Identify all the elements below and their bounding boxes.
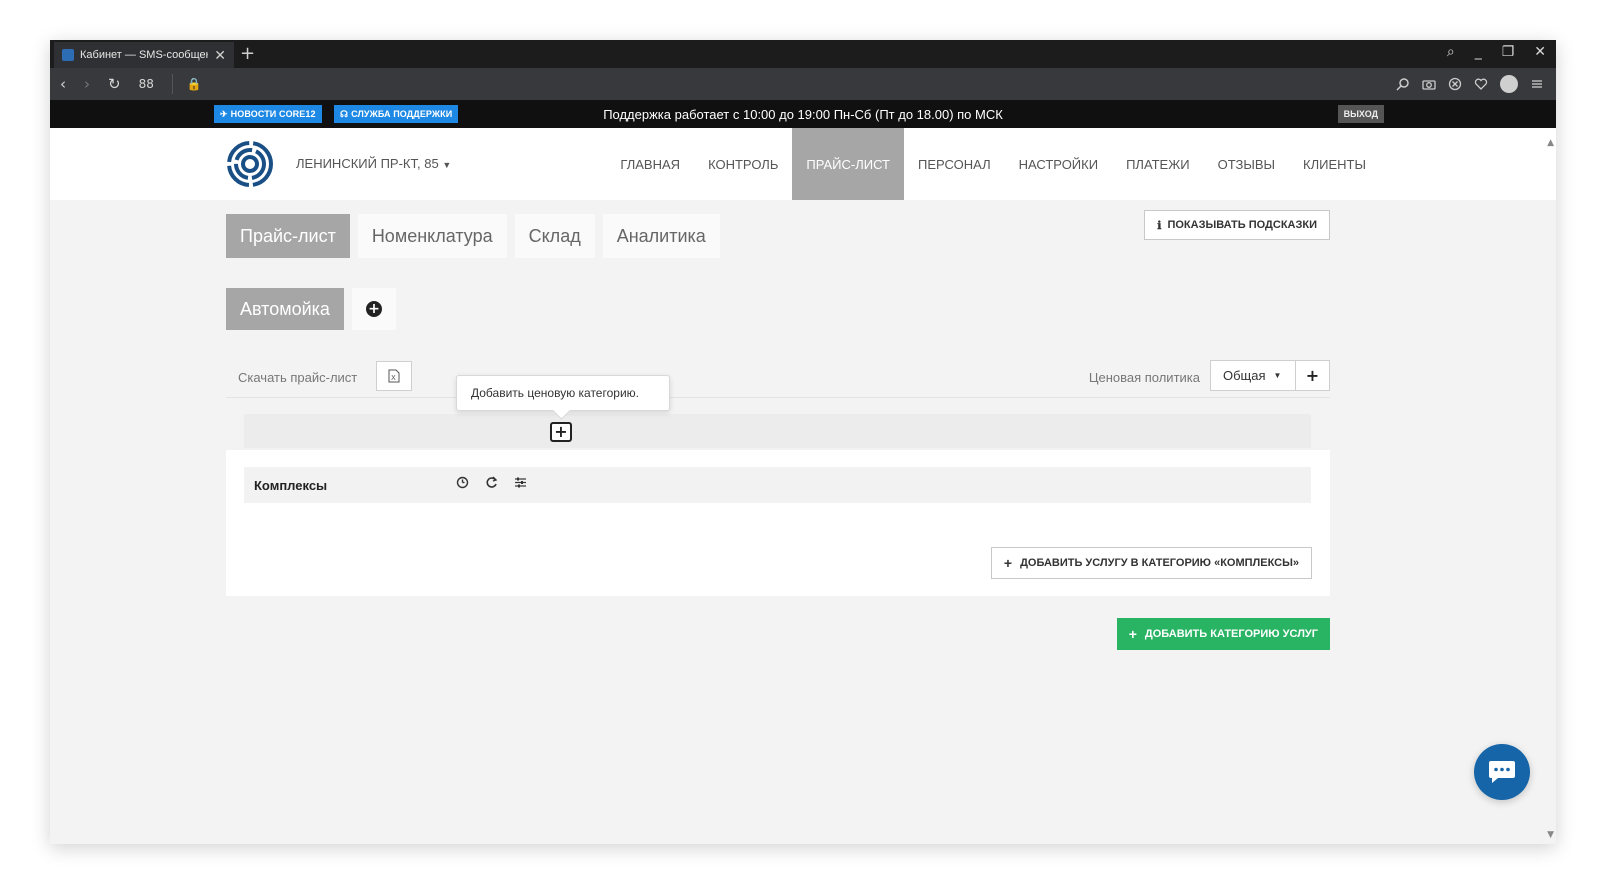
address-separator [171,74,173,94]
branch-name: ЛЕНИНСКИЙ ПР-КТ, 85 [296,156,439,171]
window-controls: ⌕ _ ❐ ✕ [1447,44,1546,60]
info-icon: ℹ [1157,219,1162,232]
clock-icon[interactable] [456,476,469,489]
camera-icon[interactable] [1422,77,1436,91]
plus-icon: + [1003,555,1013,571]
branch-selector[interactable]: ЛЕНИНСКИЙ ПР-КТ, 85 ▼ [296,156,451,171]
add-service-category-button[interactable]: + ДОБАВИТЬ КАТЕГОРИЮ УСЛУГ [1116,618,1330,650]
tab-analytics[interactable]: Аналитика [602,214,720,258]
category-panel: Комплексы + ДОБАВИТЬ УСЛУГУ В КАТЕГОРИЮ … [226,450,1330,596]
chat-button[interactable] [1474,744,1530,800]
speed-dial-icon[interactable]: 88 [139,77,154,91]
browser-window: Кабинет — SMS-сообщения ✕ + ⌕ _ ❐ ✕ ‹ › … [50,40,1556,844]
download-excel-button[interactable]: X [376,361,412,391]
favicon-icon [62,49,74,61]
plus-icon: + [1128,626,1137,642]
zoom-icon[interactable] [1396,77,1410,91]
chat-icon [1489,761,1515,783]
show-hints-button[interactable]: ℹ ПОКАЗЫВАТЬ ПОДСКАЗКИ [1144,210,1330,240]
reload-icon[interactable]: ↻ [108,75,121,93]
add-service-button[interactable]: + ДОБАВИТЬ УСЛУГУ В КАТЕГОРИЮ «КОМПЛЕКСЫ… [990,547,1312,579]
shield-icon[interactable] [1448,77,1462,91]
add-price-category-button[interactable]: + [550,422,572,442]
nav-settings[interactable]: НАСТРОЙКИ [1005,128,1112,200]
download-label: Скачать прайс-лист [238,370,358,385]
site-header: ЛЕНИНСКИЙ ПР-КТ, 85 ▼ ГЛАВНАЯ КОНТРОЛЬ П… [50,128,1556,200]
price-policy-value: Общая [1223,368,1266,383]
nav-staff[interactable]: ПЕРСОНАЛ [904,128,1005,200]
svg-text:X: X [391,374,396,382]
price-policy-select[interactable]: Общая ▼ [1210,360,1296,391]
nav-home[interactable]: ГЛАВНАЯ [606,128,694,200]
category-name: Комплексы [254,478,328,493]
browser-toolbar-icons [1396,75,1544,93]
tooltip: Добавить ценовую категорию. [456,375,670,411]
chevron-down-icon: ▼ [442,160,452,170]
plus-circle-icon: + [365,301,382,317]
support-hours: Поддержка работает с 10:00 до 19:00 Пн-С… [603,107,1003,122]
plus-square-icon: + [554,422,568,441]
category-tabs: Автомойка + [226,288,396,330]
category-tab-carwash[interactable]: Автомойка [226,288,344,330]
sliders-icon[interactable] [514,476,527,489]
forward-icon[interactable]: › [84,75,90,93]
tab-warehouse[interactable]: Склад [514,214,595,258]
add-category-tab-button[interactable]: + [351,288,396,330]
price-policy-label: Ценовая политика [1088,370,1200,385]
add-category-label: ДОБАВИТЬ КАТЕГОРИЮ УСЛУГ [1144,628,1318,640]
nav-control[interactable]: КОНТРОЛЬ [694,128,792,200]
nav-reviews[interactable]: ОТЗЫВЫ [1204,128,1289,200]
browser-tab[interactable]: Кабинет — SMS-сообщения ✕ [54,42,234,68]
tab-title: Кабинет — SMS-сообщения [80,49,208,61]
settings-icon[interactable] [1530,77,1544,91]
heart-icon[interactable] [1474,77,1488,91]
main-nav: ГЛАВНАЯ КОНТРОЛЬ ПРАЙС-ЛИСТ ПЕРСОНАЛ НАС… [606,128,1380,200]
chevron-down-icon: ▼ [1273,371,1282,380]
category-actions [456,476,527,489]
tab-close-icon[interactable]: ✕ [214,47,226,64]
nav-payments[interactable]: ПЛАТЕЖИ [1112,128,1204,200]
sub-tabs: Прайс-лист Номенклатура Склад Аналитика [226,214,720,258]
show-hints-label: ПОКАЗЫВАТЬ ПОДСКАЗКИ [1167,219,1317,231]
search-icon[interactable]: ⌕ [1447,44,1455,60]
plus-icon: + [1305,366,1320,385]
site-top-bar: ✈ НОВОСТИ CORE12 ☊ СЛУЖБА ПОДДЕРЖКИ Подд… [50,100,1556,128]
logout-button[interactable]: ВЫХОД [1337,105,1384,123]
browser-nav: ‹ › ↻ 88 [60,75,154,93]
tab-price-list[interactable]: Прайс-лист [226,214,350,258]
scroll-down-icon[interactable]: ▼ [1547,830,1554,840]
new-tab-button[interactable]: + [240,43,255,64]
scroll-up-icon[interactable]: ▲ [1547,138,1554,148]
tab-nomenclature[interactable]: Номенклатура [357,214,507,258]
nav-clients[interactable]: КЛИЕНТЫ [1289,128,1380,200]
lock-icon[interactable]: 🔒 [187,77,202,91]
address-bar: ‹ › ↻ 88 🔒 [50,68,1556,100]
excel-file-icon: X [388,369,400,383]
account-icon[interactable] [1500,75,1518,93]
restore-button[interactable]: ❐ [1502,44,1515,60]
add-price-policy-button[interactable]: + [1295,360,1330,391]
close-button[interactable]: ✕ [1534,44,1546,60]
nav-price-list[interactable]: ПРАЙС-ЛИСТ [792,128,904,200]
refresh-icon[interactable] [485,476,498,489]
tab-bar: Кабинет — SMS-сообщения ✕ + ⌕ _ ❐ ✕ [50,40,1556,68]
add-service-label: ДОБАВИТЬ УСЛУГУ В КАТЕГОРИЮ «КОМПЛЕКСЫ» [1020,557,1299,569]
logo-icon[interactable] [226,140,274,188]
minimize-button[interactable]: _ [1475,44,1482,60]
category-row: Комплексы [244,467,1311,503]
price-category-bar: + [244,414,1311,448]
back-icon[interactable]: ‹ [60,75,66,93]
price-toolbar: Скачать прайс-лист X Ценовая политика Об… [226,360,1330,398]
